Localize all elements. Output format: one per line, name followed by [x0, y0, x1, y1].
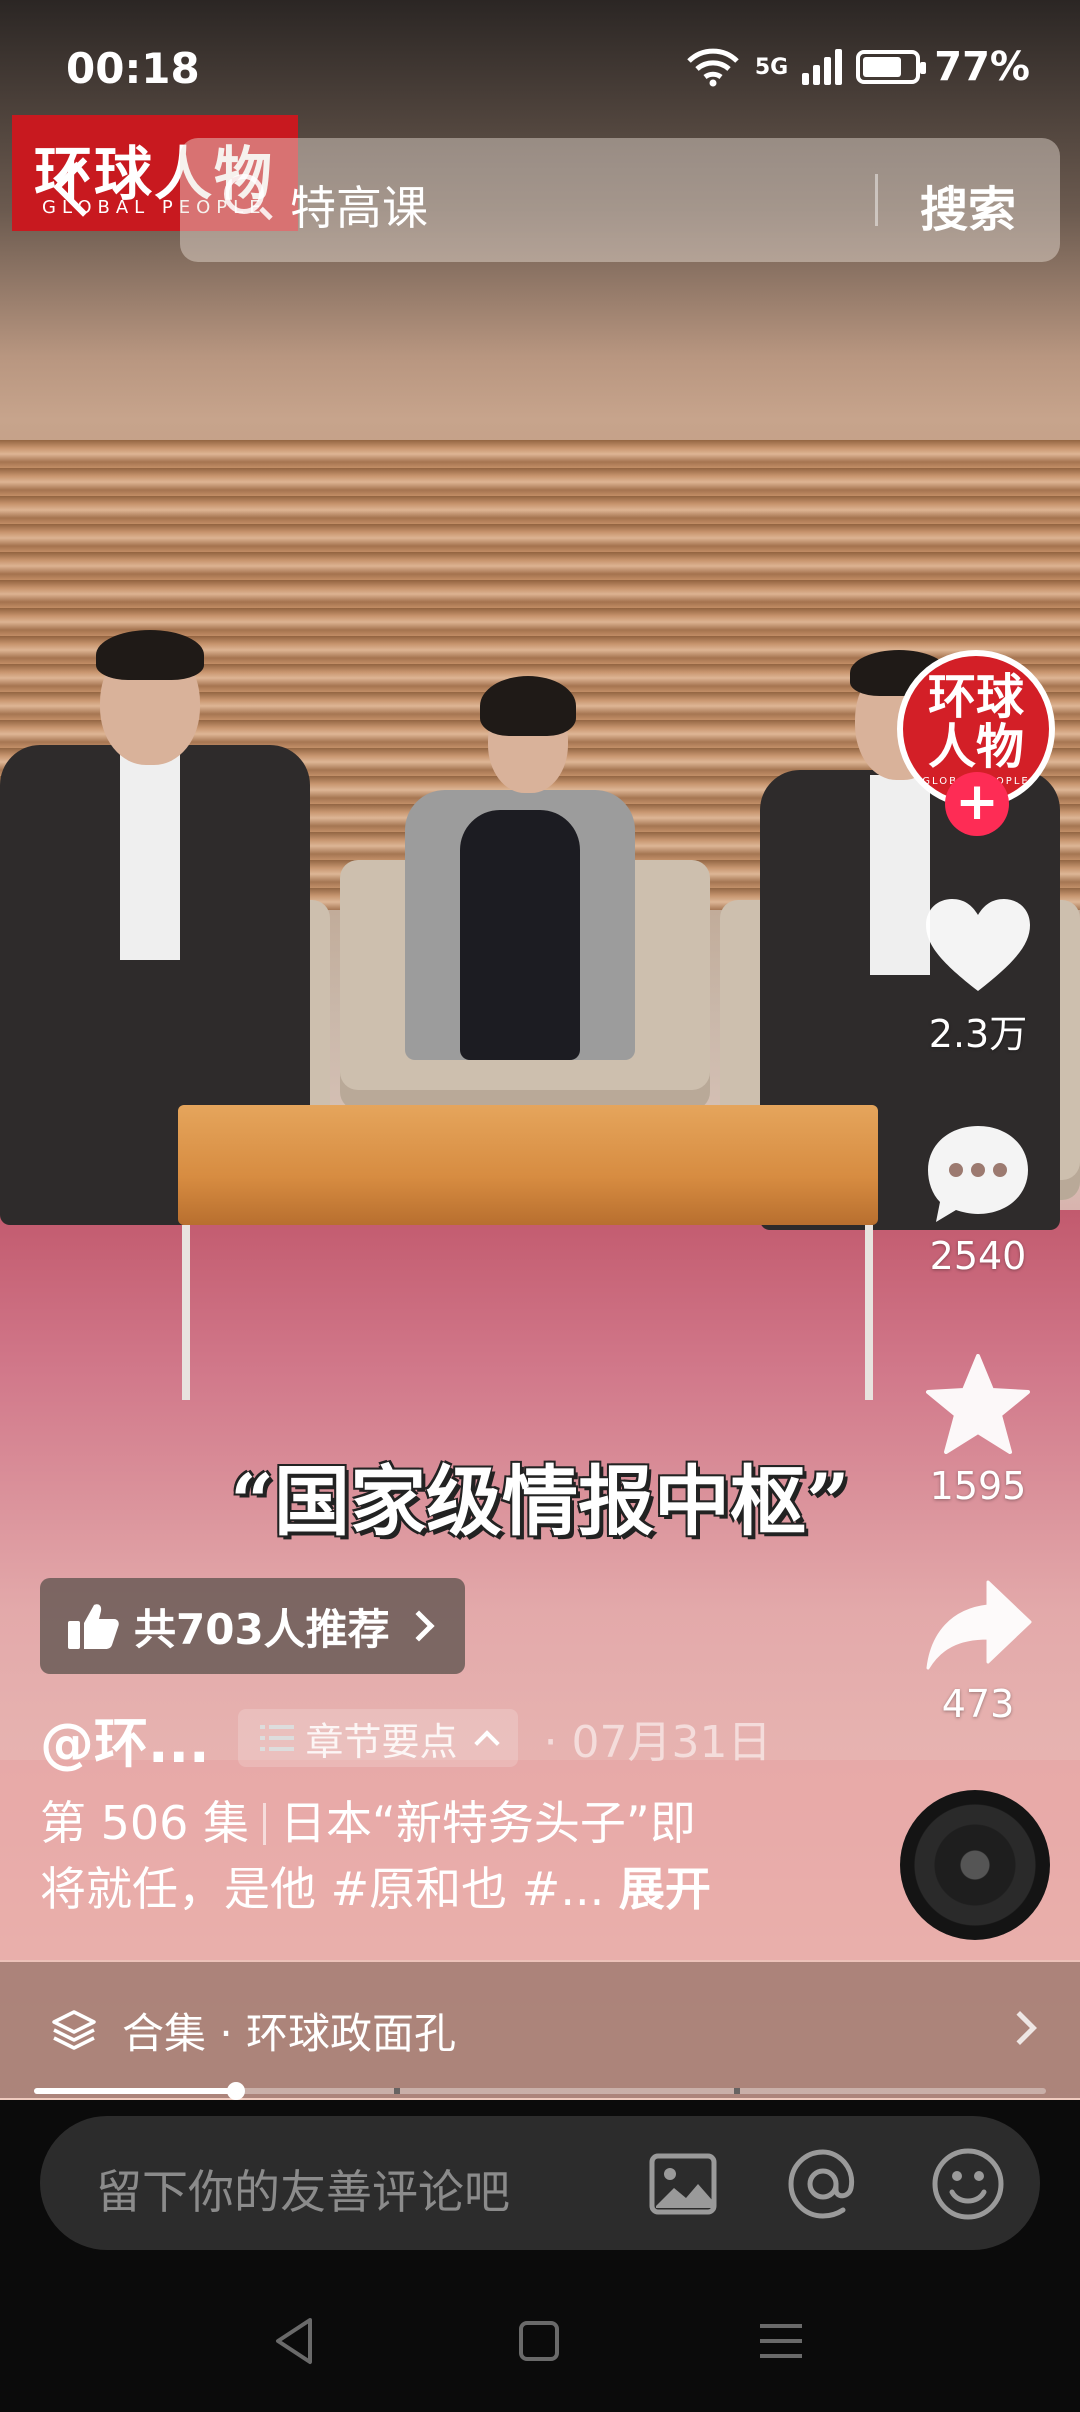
author-name[interactable]: @环... — [40, 1699, 210, 1778]
like-count: 2.3万 — [928, 1012, 1028, 1056]
chapter-points-button[interactable]: 章节要点 — [237, 1709, 518, 1767]
author-row: @环... 章节要点 · 07月31日 — [40, 1709, 772, 1775]
nav-back-icon[interactable] — [272, 2316, 316, 2366]
comment-count: 2540 — [929, 1234, 1027, 1278]
chapter-label: 章节要点 — [305, 1719, 458, 1764]
collection-label: 合集 · 环球政面孔 — [122, 2008, 457, 2058]
title-line1: 日本“新特务头子”即 — [280, 1796, 696, 1850]
chevron-right-icon — [403, 1610, 435, 1642]
thumbs-up-icon — [68, 1604, 119, 1649]
nav-home-icon[interactable] — [518, 2320, 560, 2362]
episode-label: 第 506 集 — [40, 1796, 250, 1850]
system-nav-bar — [0, 2290, 1080, 2412]
comment-input[interactable]: 留下你的友善评论吧 — [40, 2116, 1040, 2250]
video-description[interactable]: 第 506 集日本“新特务头子”即 将就任，是他 #原和也 #... 展开 — [40, 1790, 760, 1922]
recommend-label: 共703人推荐 — [134, 1604, 390, 1654]
avatar-logo-text: 环球 人物 — [903, 672, 1049, 772]
search-button[interactable]: 搜索 — [920, 170, 1016, 240]
post-date: · 07月31日 — [543, 1717, 772, 1768]
expand-button[interactable]: 展开 — [619, 1862, 711, 1916]
image-icon[interactable] — [648, 2152, 718, 2216]
table-leg — [865, 1225, 873, 1400]
share-count: 473 — [941, 1682, 1015, 1726]
signal-icon — [802, 49, 843, 85]
heart-icon — [926, 899, 1030, 991]
list-icon — [259, 1725, 294, 1751]
search-query[interactable]: 特高课 — [290, 172, 428, 238]
comment-placeholder: 留下你的友善评论吧 — [96, 2165, 510, 2219]
separator — [263, 1803, 267, 1845]
status-icons: 5G 77% — [685, 44, 1030, 90]
playback-progress[interactable] — [34, 2082, 1046, 2100]
status-time: 00:18 — [66, 44, 200, 93]
title-line2: 将就任，是他 #原和也 #... — [40, 1862, 605, 1916]
comment-button[interactable]: 2540 — [900, 1122, 1056, 1278]
chevron-up-icon — [473, 1730, 500, 1756]
search-icon — [224, 174, 264, 214]
search-divider — [875, 174, 878, 226]
avatar-line1: 环球 — [927, 669, 1024, 725]
description-line2: 将就任，是他 #原和也 #... 展开 — [40, 1856, 760, 1922]
progress-fill — [34, 2088, 237, 2094]
nav-menu-icon[interactable] — [758, 2320, 804, 2362]
recommend-pill[interactable]: 共703人推荐 — [40, 1578, 465, 1674]
share-arrow-icon — [926, 1580, 1032, 1670]
avatar-line2: 人物 — [927, 719, 1024, 775]
video-subtitle: “国家级情报中枢” — [230, 1457, 850, 1546]
network-type: 5G — [754, 54, 789, 80]
follow-button[interactable]: + — [945, 772, 1009, 836]
share-button[interactable]: 473 — [900, 1578, 1056, 1726]
layers-icon — [52, 2010, 96, 2050]
chevron-right-icon — [1003, 2011, 1037, 2045]
description-line1: 第 506 集日本“新特务头子”即 — [40, 1790, 760, 1856]
wifi-icon — [687, 48, 739, 87]
search-bar[interactable]: 特高课 搜索 — [180, 138, 1060, 262]
battery-icon — [856, 50, 927, 84]
music-disc-icon[interactable] — [900, 1790, 1050, 1940]
table-leg — [182, 1225, 190, 1400]
comment-bubble-icon — [928, 1126, 1028, 1222]
at-mention-icon[interactable] — [785, 2146, 861, 2222]
chapter-marker — [394, 2088, 400, 2094]
emoji-icon[interactable] — [930, 2146, 1006, 2222]
coffee-table — [178, 1105, 878, 1225]
like-button[interactable]: 2.3万 — [900, 895, 1056, 1058]
collection-bar[interactable]: 合集 · 环球政面孔 — [0, 1962, 1080, 2098]
battery-level: 77% — [934, 44, 1030, 90]
chapter-marker — [734, 2088, 740, 2094]
